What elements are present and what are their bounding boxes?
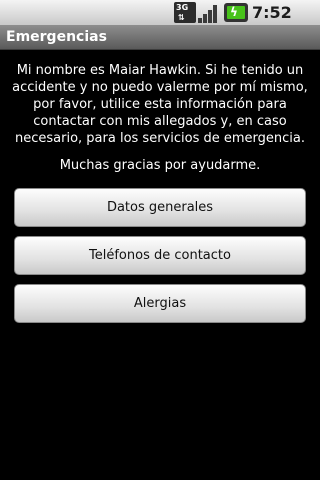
data-activity-arrows: ⇅ <box>178 13 185 22</box>
charging-bolt-icon: ϟ <box>230 5 238 19</box>
signal-strength-icon <box>198 3 220 23</box>
thanks-message: Muchas gracias por ayudarme. <box>59 158 261 173</box>
status-clock: 7:52 PM <box>252 3 292 42</box>
contact-phones-button[interactable]: Teléfonos de contacto <box>14 236 306 275</box>
emergency-message: Mi nombre es Maiar Hawkin. Si he tenido … <box>12 63 308 146</box>
network-type-label: 3G <box>176 3 189 12</box>
page-title: Emergencias <box>6 29 107 45</box>
general-data-button[interactable]: Datos generales <box>14 188 306 227</box>
network-3g-icon: 3G ⇅ <box>174 2 196 23</box>
battery-charging-icon: ϟ <box>224 3 248 22</box>
app-title-bar: Emergencias <box>0 25 320 50</box>
allergies-button[interactable]: Alergias <box>14 284 306 323</box>
status-bar: 3G ⇅ ϟ 7:52 PM <box>0 0 320 42</box>
